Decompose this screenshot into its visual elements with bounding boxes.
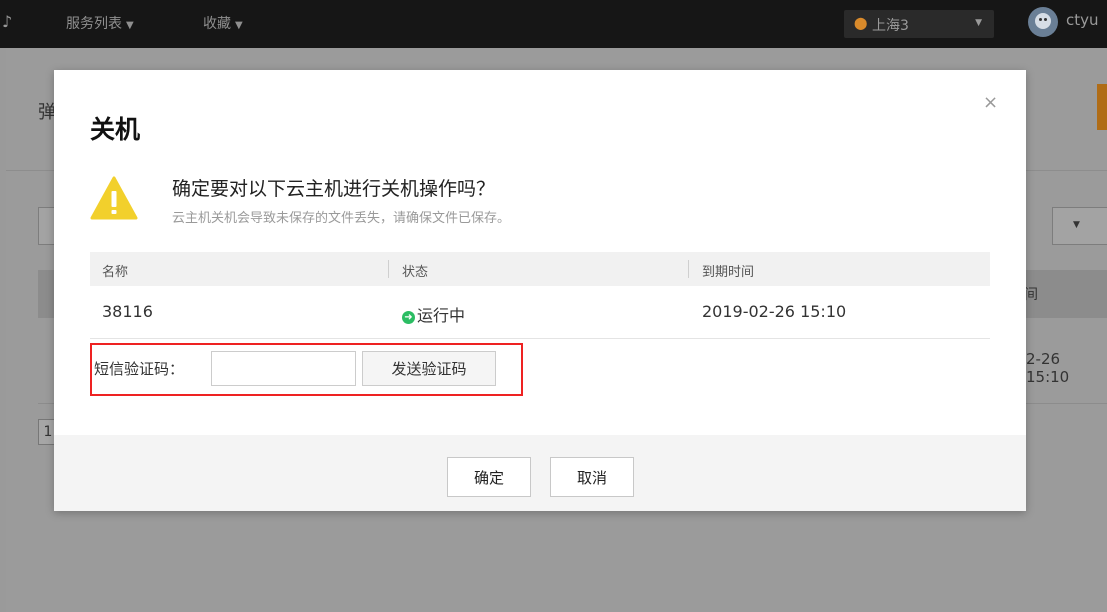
avatar[interactable] — [1028, 7, 1058, 37]
cancel-button[interactable]: 取消 — [550, 457, 634, 497]
close-icon[interactable]: × — [983, 92, 998, 113]
region-name: 上海3 — [872, 18, 909, 34]
top-nav-bar: ♪ 服务列表 ▼ 收藏 ▼ ⬤ 上海3 ▼ ctyu — [0, 0, 1107, 48]
chevron-down-icon: ▼ — [126, 20, 134, 31]
warning-note: 云主机关机会导致未保存的文件丢失，请确保文件已保存。 — [172, 211, 511, 226]
username[interactable]: ctyu — [1066, 11, 1099, 29]
instance-table: 名称 状态 到期时间 38116 ➜ 运行中 2019-02-26 15:10 — [90, 252, 990, 339]
running-status-icon: ➜ — [402, 311, 415, 324]
chevron-down-icon: ▼ — [235, 20, 243, 31]
sms-code-input[interactable] — [211, 351, 356, 386]
column-header-status: 状态 — [402, 265, 429, 280]
avatar-face-icon — [1035, 13, 1051, 29]
instance-name: 38116 — [102, 302, 153, 321]
chevron-down-icon: ▼ — [975, 18, 982, 28]
background-action-button — [1097, 84, 1107, 130]
instance-status: ➜ 运行中 — [402, 302, 465, 326]
avatar-eye — [1039, 18, 1042, 21]
favorites-menu[interactable]: 收藏 ▼ — [203, 13, 243, 33]
services-menu[interactable]: 服务列表 ▼ — [66, 13, 134, 33]
favorites-menu-label: 收藏 — [203, 16, 231, 32]
background-select-right: ▼ — [1052, 207, 1107, 245]
column-header-expire: 到期时间 — [702, 265, 755, 280]
logo-icon: ♪ — [2, 12, 13, 31]
table-header: 名称 状态 到期时间 — [90, 252, 990, 286]
confirm-button[interactable]: 确定 — [447, 457, 531, 497]
column-divider — [688, 260, 689, 278]
background-expire-fragment: 2-26 15:10 — [1026, 350, 1070, 386]
column-header-name: 名称 — [102, 265, 129, 280]
send-code-button[interactable]: 发送验证码 — [362, 351, 496, 386]
services-menu-label: 服务列表 — [66, 16, 122, 32]
table-row: 38116 ➜ 运行中 2019-02-26 15:10 — [90, 286, 990, 339]
column-divider — [388, 260, 389, 278]
region-selector[interactable]: ⬤ 上海3 ▼ — [844, 10, 994, 38]
instance-expire-time: 2019-02-26 15:10 — [702, 302, 847, 321]
chevron-down-icon: ▼ — [1073, 220, 1080, 230]
location-pin-icon: ⬤ — [854, 16, 868, 30]
confirm-message: 确定要对以下云主机进行关机操作吗？ — [172, 178, 496, 200]
sms-code-label: 短信验证码： — [94, 360, 185, 378]
shutdown-dialog: 关机 × 确定要对以下云主机进行关机操作吗？ 云主机关机会导致未保存的文件丢失，… — [54, 70, 1026, 511]
warning-icon — [90, 176, 138, 220]
instance-status-label: 运行中 — [417, 306, 466, 325]
background-header-fragment: 间 — [1024, 287, 1038, 303]
dialog-footer: 确定 取消 — [54, 435, 1026, 511]
dialog-title: 关机 — [90, 115, 141, 144]
avatar-eye — [1044, 18, 1047, 21]
